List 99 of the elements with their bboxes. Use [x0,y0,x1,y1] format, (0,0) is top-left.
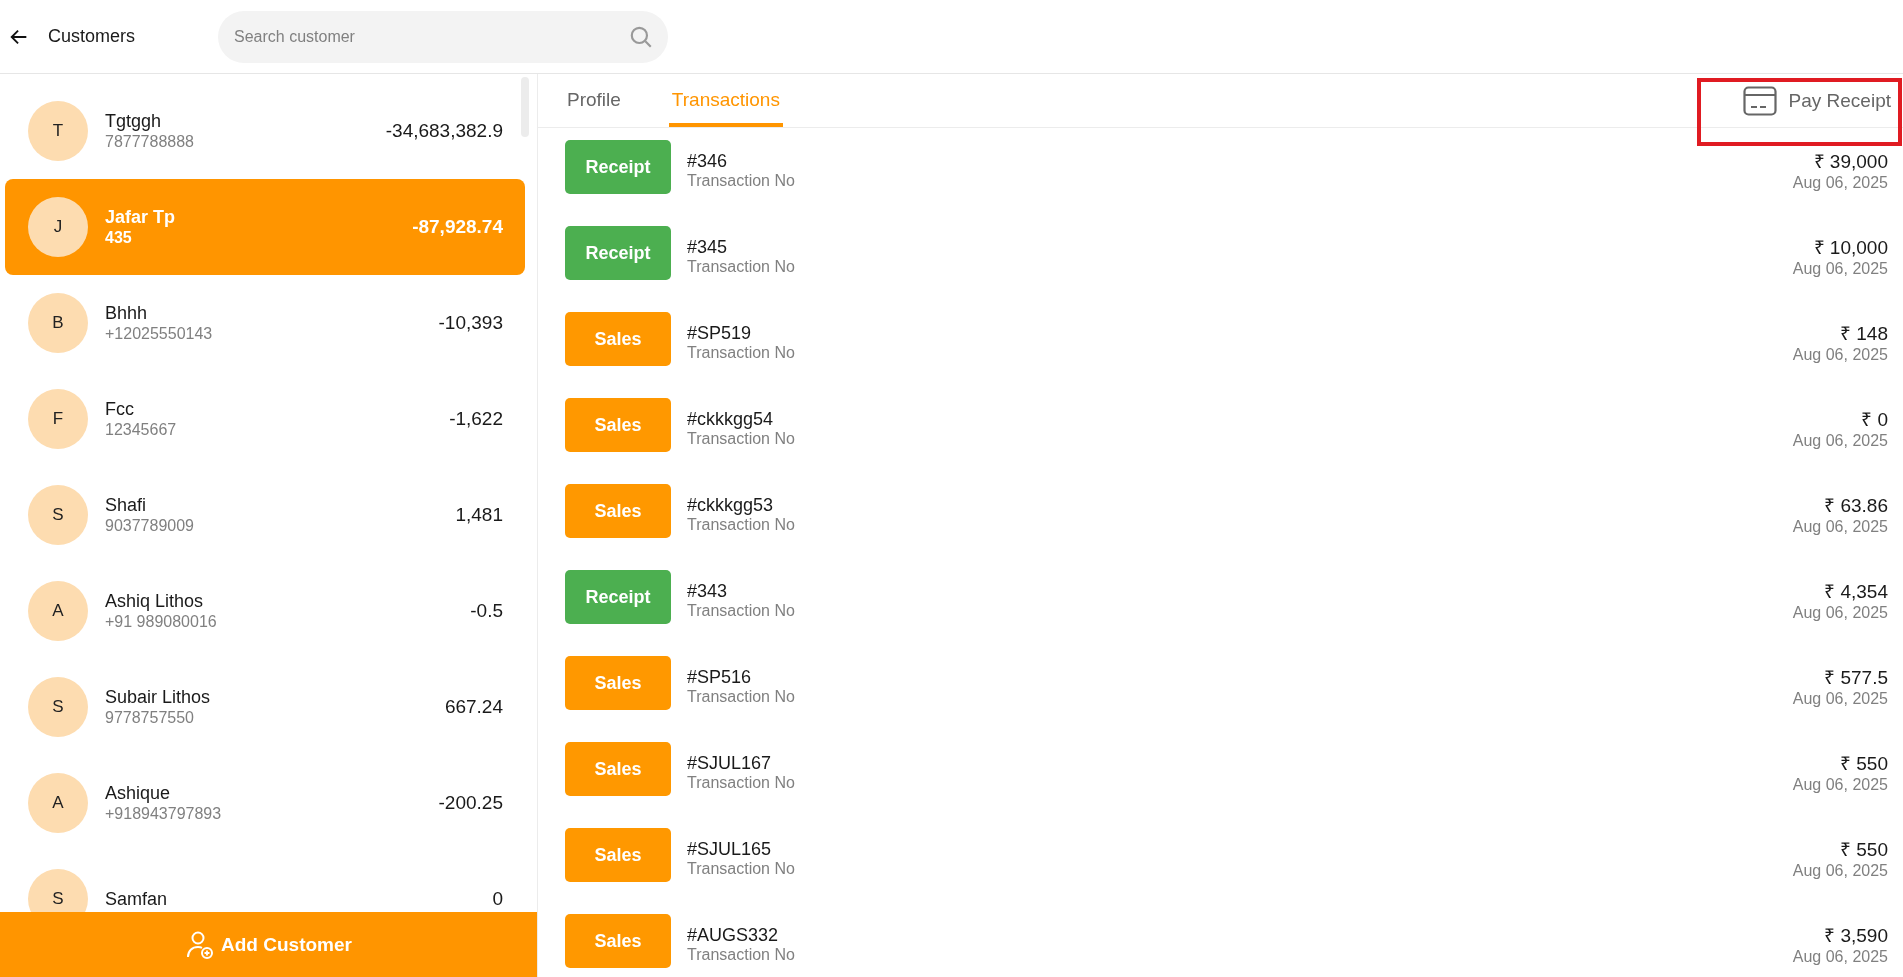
customer-phone: 9037789009 [105,517,195,535]
card-icon [1742,86,1777,116]
transaction-amount: ₹ 577.5 [1824,666,1888,690]
customer-item[interactable]: S Subair Lithos 9778757550 667.24 [5,659,525,755]
avatar: B [28,293,88,353]
customer-name: Bhhh [105,303,149,324]
type-badge: Sales [565,914,671,968]
customer-phone: 7877788888 [105,133,195,151]
transaction-date: Aug 06, 2025 [1792,690,1888,708]
transaction-number: #SJUL165 [687,839,773,860]
customer-phone: 12345667 [105,421,178,439]
type-badge: Sales [565,828,671,882]
transaction-number: #SP516 [687,667,753,688]
transaction-amount: ₹ 4,354 [1824,580,1888,604]
avatar: T [28,101,88,161]
transaction-date: Aug 06, 2025 [1792,948,1888,966]
transaction-label: Transaction No [687,344,796,362]
customer-item[interactable]: F Fcc 12345667 -1,622 [5,371,525,467]
pay-receipt-button[interactable]: Pay Receipt [1742,82,1891,120]
type-badge: Sales [565,398,671,452]
customer-phone: 435 [105,229,133,247]
transaction-date: Aug 06, 2025 [1792,174,1888,192]
transaction-amount: ₹ 0 [1861,408,1888,432]
transaction-date: Aug 06, 2025 [1792,432,1888,450]
customer-phone: +12025550143 [105,325,214,343]
customer-item[interactable]: J Jafar Tp 435 -87,928.74 [5,179,525,275]
customer-balance: 1,481 [455,504,503,526]
avatar: S [28,485,88,545]
transaction-label: Transaction No [687,172,796,190]
transaction-label: Transaction No [687,430,796,448]
transaction-amount: ₹ 550 [1840,752,1888,776]
transaction-amount: ₹ 10,000 [1813,236,1888,260]
transaction-number: #SP519 [687,323,753,344]
transaction-number: #345 [687,237,729,258]
transaction-label: Transaction No [687,688,796,706]
transaction-number: #343 [687,581,729,602]
customer-name: Ashique [105,783,172,804]
transaction-label: Transaction No [687,516,796,534]
customer-item[interactable]: A Ashique +918943797893 -200.25 [5,755,525,851]
avatar: S [28,869,88,912]
customer-name: Tgtggh [105,111,163,132]
transaction-amount: ₹ 63.86 [1824,494,1888,518]
transaction-date: Aug 06, 2025 [1792,518,1888,536]
page-title: Customers [48,26,137,47]
customer-balance: -34,683,382.9 [385,120,503,142]
customer-balance: -1,622 [449,408,503,430]
transaction-date: Aug 06, 2025 [1792,346,1888,364]
customer-name: Fcc [105,399,135,420]
transaction-number: #ckkkgg54 [687,409,775,430]
customer-item[interactable]: S Shafi 9037789009 1,481 [5,467,525,563]
type-badge: Receipt [565,140,671,194]
customer-balance: -0.5 [470,600,503,622]
customer-name: Subair Lithos [105,687,212,708]
transaction-date: Aug 06, 2025 [1792,776,1888,794]
customer-phone: +91 989080016 [105,613,218,631]
transaction-label: Transaction No [687,946,796,964]
customer-balance: -10,393 [438,312,503,334]
customer-name: Shafi [105,495,148,516]
transaction-date: Aug 06, 2025 [1792,604,1888,622]
customer-item[interactable]: A Ashiq Lithos +91 989080016 -0.5 [5,563,525,659]
type-badge: Sales [565,742,671,796]
transaction-amount: ₹ 3,590 [1824,924,1888,948]
type-badge: Sales [565,656,671,710]
customer-item[interactable]: B Bhhh +12025550143 -10,393 [5,275,525,371]
avatar: F [28,389,88,449]
tab[interactable]: Profile [564,89,624,127]
transaction-label: Transaction No [687,860,796,878]
avatar: J [28,197,88,257]
transaction-number: #SJUL167 [687,753,773,774]
customer-name: Jafar Tp [105,207,177,228]
transaction-amount: ₹ 550 [1840,838,1888,862]
customer-name: Ashiq Lithos [105,591,205,612]
type-badge: Receipt [565,570,671,624]
avatar: A [28,773,88,833]
customer-balance: 667.24 [444,696,503,718]
customer-phone: 9778757550 [105,709,195,727]
customer-balance: -87,928.74 [412,216,503,238]
type-badge: Sales [565,484,671,538]
transaction-number: #346 [687,151,729,172]
transaction-number: #AUGS332 [687,925,780,946]
search-field[interactable]: Search customer [218,10,668,63]
avatar: S [28,677,88,737]
transaction-label: Transaction No [687,774,796,792]
customer-name: Samfan [105,888,169,910]
customer-balance: -200.25 [438,792,503,814]
transaction-number: #ckkkgg53 [687,495,775,516]
transaction-amount: ₹ 148 [1840,322,1888,346]
add-user-icon [185,929,216,960]
avatar: A [28,581,88,641]
transaction-amount: ₹ 39,000 [1813,150,1888,174]
customer-balance: 0 [492,888,503,910]
transaction-label: Transaction No [687,258,796,276]
transaction-date: Aug 06, 2025 [1792,260,1888,278]
customer-phone: +918943797893 [105,805,223,823]
transaction-label: Transaction No [687,602,796,620]
type-badge: Sales [565,312,671,366]
transaction-date: Aug 06, 2025 [1792,862,1888,880]
customer-item[interactable]: T Tgtggh 7877788888 -34,683,382.9 [5,83,525,179]
type-badge: Receipt [565,226,671,280]
